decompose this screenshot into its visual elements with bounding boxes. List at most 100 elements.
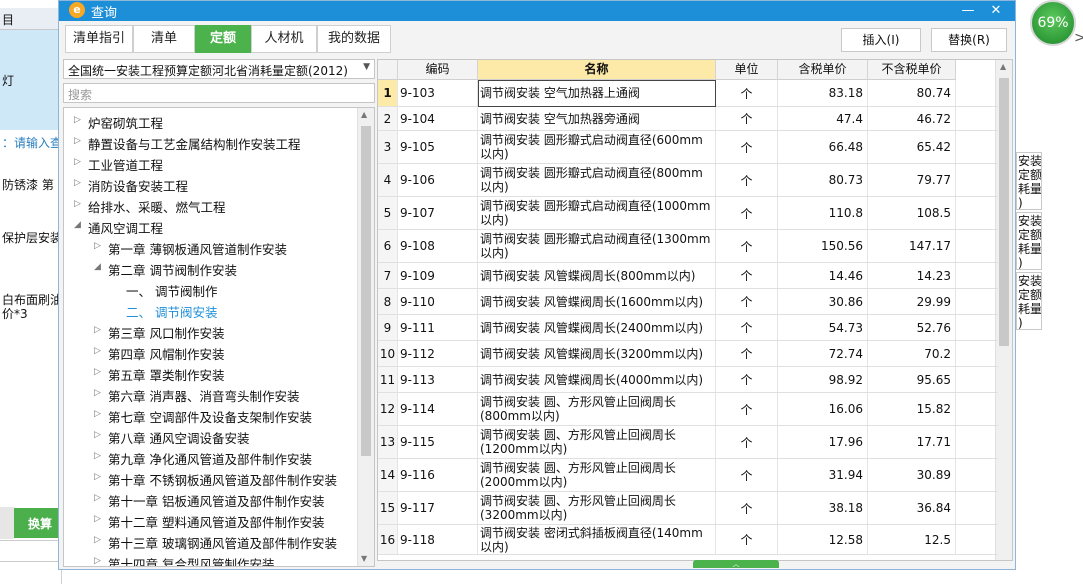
tree-scroll-thumb[interactable] (361, 126, 371, 456)
table-cell-price-tax[interactable]: 66.48 (778, 131, 868, 163)
table-cell-code[interactable]: 9-108 (398, 230, 478, 262)
table-cell-price-notax[interactable]: 95.65 (868, 367, 956, 392)
table-cell-price-tax[interactable]: 150.56 (778, 230, 868, 262)
table-cell-name[interactable]: 调节阀安装 圆形瓣式启动阀直径(600mm以内) (478, 131, 716, 163)
table-cell-no[interactable]: 16 (378, 525, 398, 554)
table-row[interactable]: 15 9-117 调节阀安装 圆、方形风管止回阀周长(3200mm以内) 个 38.18… (378, 492, 998, 525)
column-header[interactable]: 编码 (398, 60, 478, 80)
table-cell-price-tax[interactable]: 54.73 (778, 315, 868, 340)
table-cell-price-notax[interactable]: 108.5 (868, 197, 956, 229)
table-cell-no[interactable]: 8 (378, 289, 398, 314)
table-cell-price-tax[interactable]: 30.86 (778, 289, 868, 314)
table-cell-price-notax[interactable]: 65.42 (868, 131, 956, 163)
table-cell-price-notax[interactable]: 15.82 (868, 393, 956, 425)
table-cell-price-notax[interactable]: 17.71 (868, 426, 956, 458)
column-header[interactable]: 单位 (716, 60, 778, 80)
table-cell-name[interactable]: 调节阀安装 圆形瓣式启动阀直径(1300mm以内) (478, 230, 716, 262)
table-cell-unit[interactable]: 个 (716, 315, 778, 340)
insert-button[interactable]: 插入(I) (841, 28, 921, 52)
table-cell-name[interactable]: 调节阀安装 密闭式斜插板阀直径(140mm以内) (478, 525, 716, 554)
table-cell-code[interactable]: 9-109 (398, 263, 478, 288)
table-row[interactable]: 2 9-104 调节阀安装 空气加热器旁通阀个 47.4 46.72 (378, 107, 998, 131)
table-cell-code[interactable]: 9-117 (398, 492, 478, 524)
tree-scrollbar[interactable]: ▲ ▼ (357, 108, 374, 566)
chevron-right-icon[interactable]: > (1074, 30, 1083, 46)
table-cell-unit[interactable]: 个 (716, 107, 778, 130)
table-cell-unit[interactable]: 个 (716, 197, 778, 229)
minimize-icon[interactable]: — (955, 1, 981, 21)
chevron-down-icon[interactable]: ▼ (363, 62, 370, 72)
table-cell-price-notax[interactable]: 80.74 (868, 80, 956, 106)
scroll-up-icon[interactable]: ▲ (1000, 62, 1006, 71)
table-cell-price-notax[interactable]: 147.17 (868, 230, 956, 262)
scroll-down-icon[interactable]: ▼ (361, 554, 367, 563)
dialog-title-bar[interactable]: e 查询 — ✕ (59, 1, 1015, 21)
table-cell-code[interactable]: 9-111 (398, 315, 478, 340)
table-cell-unit[interactable]: 个 (716, 426, 778, 458)
tab-labor-material-machine[interactable]: 人材机 (251, 25, 317, 53)
table-cell-price-notax[interactable]: 14.23 (868, 263, 956, 288)
table-cell-no[interactable]: 11 (378, 367, 398, 392)
table-row[interactable]: 6 9-108 调节阀安装 圆形瓣式启动阀直径(1300mm以内) 个 150.56 14… (378, 230, 998, 263)
triangle-right-icon[interactable]: ▷ (94, 388, 101, 398)
table-cell-unit[interactable]: 个 (716, 459, 778, 491)
triangle-right-icon[interactable]: ▷ (94, 346, 101, 356)
table-cell-no[interactable]: 10 (378, 341, 398, 366)
table-cell-price-tax[interactable]: 17.96 (778, 426, 868, 458)
table-row[interactable]: 4 9-106 调节阀安装 圆形瓣式启动阀直径(800mm以内) 个 80.73 79.7… (378, 164, 998, 197)
table-cell-code[interactable]: 9-107 (398, 197, 478, 229)
tab-quota[interactable]: 定额 (195, 25, 251, 53)
table-row[interactable]: 13 9-115 调节阀安装 圆、方形风管止回阀周长(1200mm以内) 个 17.96… (378, 426, 998, 459)
table-cell-code[interactable]: 9-118 (398, 525, 478, 554)
collapse-handle[interactable]: ︿ (693, 560, 779, 568)
table-cell-unit[interactable]: 个 (716, 393, 778, 425)
table-cell-price-notax[interactable]: 12.5 (868, 525, 956, 554)
table-cell-code[interactable]: 9-104 (398, 107, 478, 130)
table-cell-unit[interactable]: 个 (716, 164, 778, 196)
column-header[interactable]: 含税单价 (778, 60, 868, 80)
table-cell-name[interactable]: 调节阀安装 风管蝶阀周长(4000mm以内) (478, 367, 716, 392)
table-cell-code[interactable]: 9-115 (398, 426, 478, 458)
triangle-right-icon[interactable]: ▷ (74, 157, 81, 167)
table-cell-price-tax[interactable]: 110.8 (778, 197, 868, 229)
table-cell-name[interactable]: 调节阀安装 风管蝶阀周长(3200mm以内) (478, 341, 716, 366)
table-row[interactable]: 16 9-118 调节阀安装 密闭式斜插板阀直径(140mm以内) 个 12.58 12.… (378, 525, 998, 555)
table-cell-price-notax[interactable]: 79.77 (868, 164, 956, 196)
table-cell-price-notax[interactable]: 36.84 (868, 492, 956, 524)
table-cell-no[interactable]: 6 (378, 230, 398, 262)
table-row[interactable]: 7 9-109 调节阀安装 风管蝶阀周长(800mm以内) 个 14.46 14.23 (378, 263, 998, 289)
quota-library-select[interactable]: 全国统一安装工程预算定额河北省消耗量定额(2012) ▼ (63, 59, 375, 79)
triangle-down-icon[interactable]: ◢ (74, 220, 81, 230)
table-cell-name[interactable]: 调节阀安装 风管蝶阀周长(2400mm以内) (478, 315, 716, 340)
table-cell-name[interactable]: 调节阀安装 圆、方形风管止回阀周长(2000mm以内) (478, 459, 716, 491)
triangle-down-icon[interactable]: ◢ (94, 262, 101, 272)
table-cell-name[interactable]: 调节阀安装 空气加热器上通阀 (478, 80, 716, 106)
table-row[interactable]: 8 9-110 调节阀安装 风管蝶阀周长(1600mm以内) 个 30.86 29.99 (378, 289, 998, 315)
tab-my-data[interactable]: 我的数据 (317, 25, 391, 53)
triangle-right-icon[interactable]: ▷ (94, 556, 101, 566)
table-cell-no[interactable]: 4 (378, 164, 398, 196)
table-cell-price-notax[interactable]: 46.72 (868, 107, 956, 130)
scroll-up-icon[interactable]: ▲ (361, 110, 367, 119)
table-cell-no[interactable]: 3 (378, 131, 398, 163)
table-scroll-thumb[interactable] (999, 78, 1009, 346)
table-cell-name[interactable]: 调节阀安装 圆、方形风管止回阀周长(3200mm以内) (478, 492, 716, 524)
table-row[interactable]: 11 9-113 调节阀安装 风管蝶阀周长(4000mm以内) 个 98.92 95.65 (378, 367, 998, 393)
triangle-right-icon[interactable]: ▷ (94, 493, 101, 503)
background-convert-tab[interactable]: 换算 (14, 508, 62, 538)
triangle-right-icon[interactable]: ▷ (94, 367, 101, 377)
table-cell-code[interactable]: 9-112 (398, 341, 478, 366)
table-cell-price-tax[interactable]: 16.06 (778, 393, 868, 425)
table-cell-name[interactable]: 调节阀安装 空气加热器旁通阀 (478, 107, 716, 130)
triangle-right-icon[interactable]: ▷ (94, 241, 101, 251)
table-row[interactable]: 5 9-107 调节阀安装 圆形瓣式启动阀直径(1000mm以内) 个 110.8 108… (378, 197, 998, 230)
progress-badge[interactable]: 69% (1030, 0, 1076, 46)
table-cell-unit[interactable]: 个 (716, 131, 778, 163)
table-cell-no[interactable]: 14 (378, 459, 398, 491)
table-row[interactable]: 10 9-112 调节阀安装 风管蝶阀周长(3200mm以内) 个 72.74 70.2 (378, 341, 998, 367)
table-cell-no[interactable]: 2 (378, 107, 398, 130)
table-cell-no[interactable]: 13 (378, 426, 398, 458)
close-icon[interactable]: ✕ (983, 1, 1009, 21)
table-cell-code[interactable]: 9-105 (398, 131, 478, 163)
table-cell-no[interactable]: 5 (378, 197, 398, 229)
